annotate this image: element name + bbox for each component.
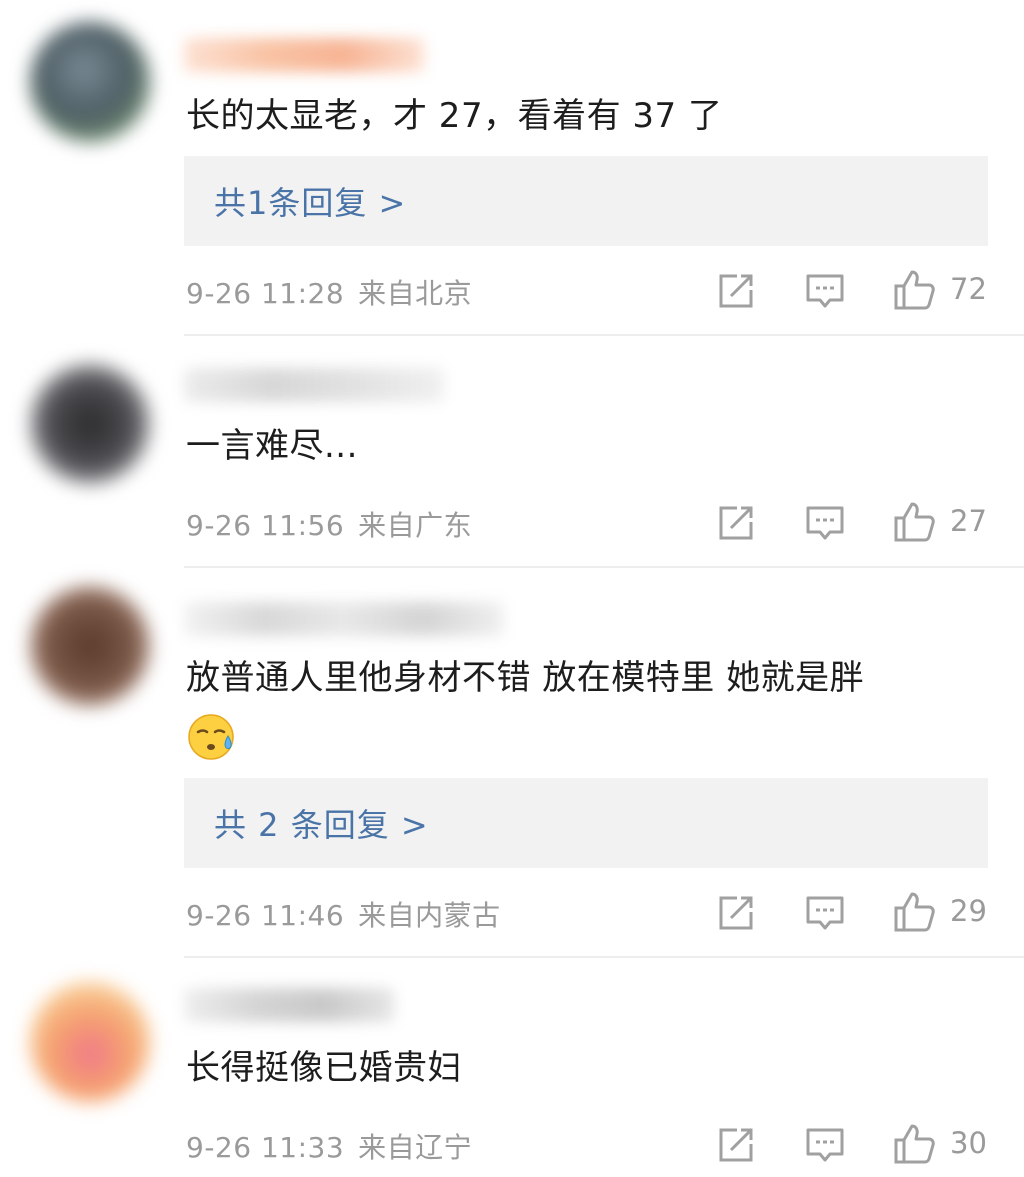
- like-count: 30: [950, 1126, 987, 1160]
- share-icon[interactable]: [715, 502, 757, 544]
- replies-label: 共1条回复 >: [214, 184, 407, 222]
- avatar[interactable]: [30, 982, 150, 1102]
- comment-text: 一言难尽...: [186, 426, 358, 466]
- username[interactable]: [184, 602, 504, 636]
- like-count: 27: [950, 504, 987, 538]
- like-count: 72: [950, 272, 987, 306]
- comment-meta: 9-26 11:56 来自广东: [186, 504, 472, 544]
- thumbs-up-icon[interactable]: [892, 1122, 935, 1164]
- share-icon[interactable]: [715, 270, 757, 312]
- share-icon[interactable]: [715, 1124, 757, 1166]
- like-count: 29: [950, 894, 987, 928]
- username[interactable]: [184, 988, 394, 1022]
- comment-location: 来自广东: [358, 509, 473, 542]
- comment-meta: 9-26 11:33 来自辽宁: [186, 1126, 472, 1166]
- comment-time: 9-26 11:56: [186, 509, 345, 542]
- comment-text: 放普通人里他身材不错 放在模特里 她就是胖: [186, 658, 865, 698]
- comment-location: 来自辽宁: [358, 1131, 473, 1164]
- comment-meta: 9-26 11:28 来自北京: [186, 272, 472, 312]
- comment-time: 9-26 11:33: [186, 1131, 345, 1164]
- comment-meta: 9-26 11:46 来自内蒙古: [186, 894, 501, 934]
- username[interactable]: [184, 38, 424, 72]
- comment-icon[interactable]: [804, 502, 846, 544]
- comment-location: 来自内蒙古: [358, 899, 501, 932]
- sweat-smile-emoji: [186, 710, 238, 762]
- avatar[interactable]: [30, 364, 150, 484]
- comment-item: 放普通人里他身材不错 放在模特里 她就是胖 共 2 条回复 > 9-26 11:…: [0, 568, 1024, 956]
- share-icon[interactable]: [715, 892, 757, 934]
- thumbs-up-icon[interactable]: [892, 890, 935, 932]
- thumbs-up-icon[interactable]: [892, 268, 935, 310]
- comment-item: 一言难尽... 9-26 11:56 来自广东 27: [0, 336, 1024, 566]
- view-replies-button[interactable]: 共1条回复 >: [184, 156, 988, 246]
- comment-location: 来自北京: [358, 277, 473, 310]
- comment-icon[interactable]: [804, 270, 846, 312]
- comment-time: 9-26 11:46: [186, 899, 345, 932]
- avatar[interactable]: [30, 22, 150, 142]
- comment-time: 9-26 11:28: [186, 277, 345, 310]
- view-replies-button[interactable]: 共 2 条回复 >: [184, 778, 988, 868]
- avatar[interactable]: [30, 586, 150, 706]
- comment-item: 长得挺像已婚贵妇 9-26 11:33 来自辽宁 30: [0, 958, 1024, 1177]
- comment-icon[interactable]: [804, 892, 846, 934]
- comment-icon[interactable]: [804, 1124, 846, 1166]
- comment-text: 长得挺像已婚贵妇: [186, 1048, 462, 1088]
- thumbs-up-icon[interactable]: [892, 500, 935, 542]
- comment-text: 长的太显老，才 27，看着有 37 了: [186, 96, 723, 136]
- username[interactable]: [184, 368, 444, 402]
- replies-label: 共 2 条回复 >: [214, 806, 429, 844]
- comment-item: 长的太显老，才 27，看着有 37 了 共1条回复 > 9-26 11:28 来自…: [0, 0, 1024, 334]
